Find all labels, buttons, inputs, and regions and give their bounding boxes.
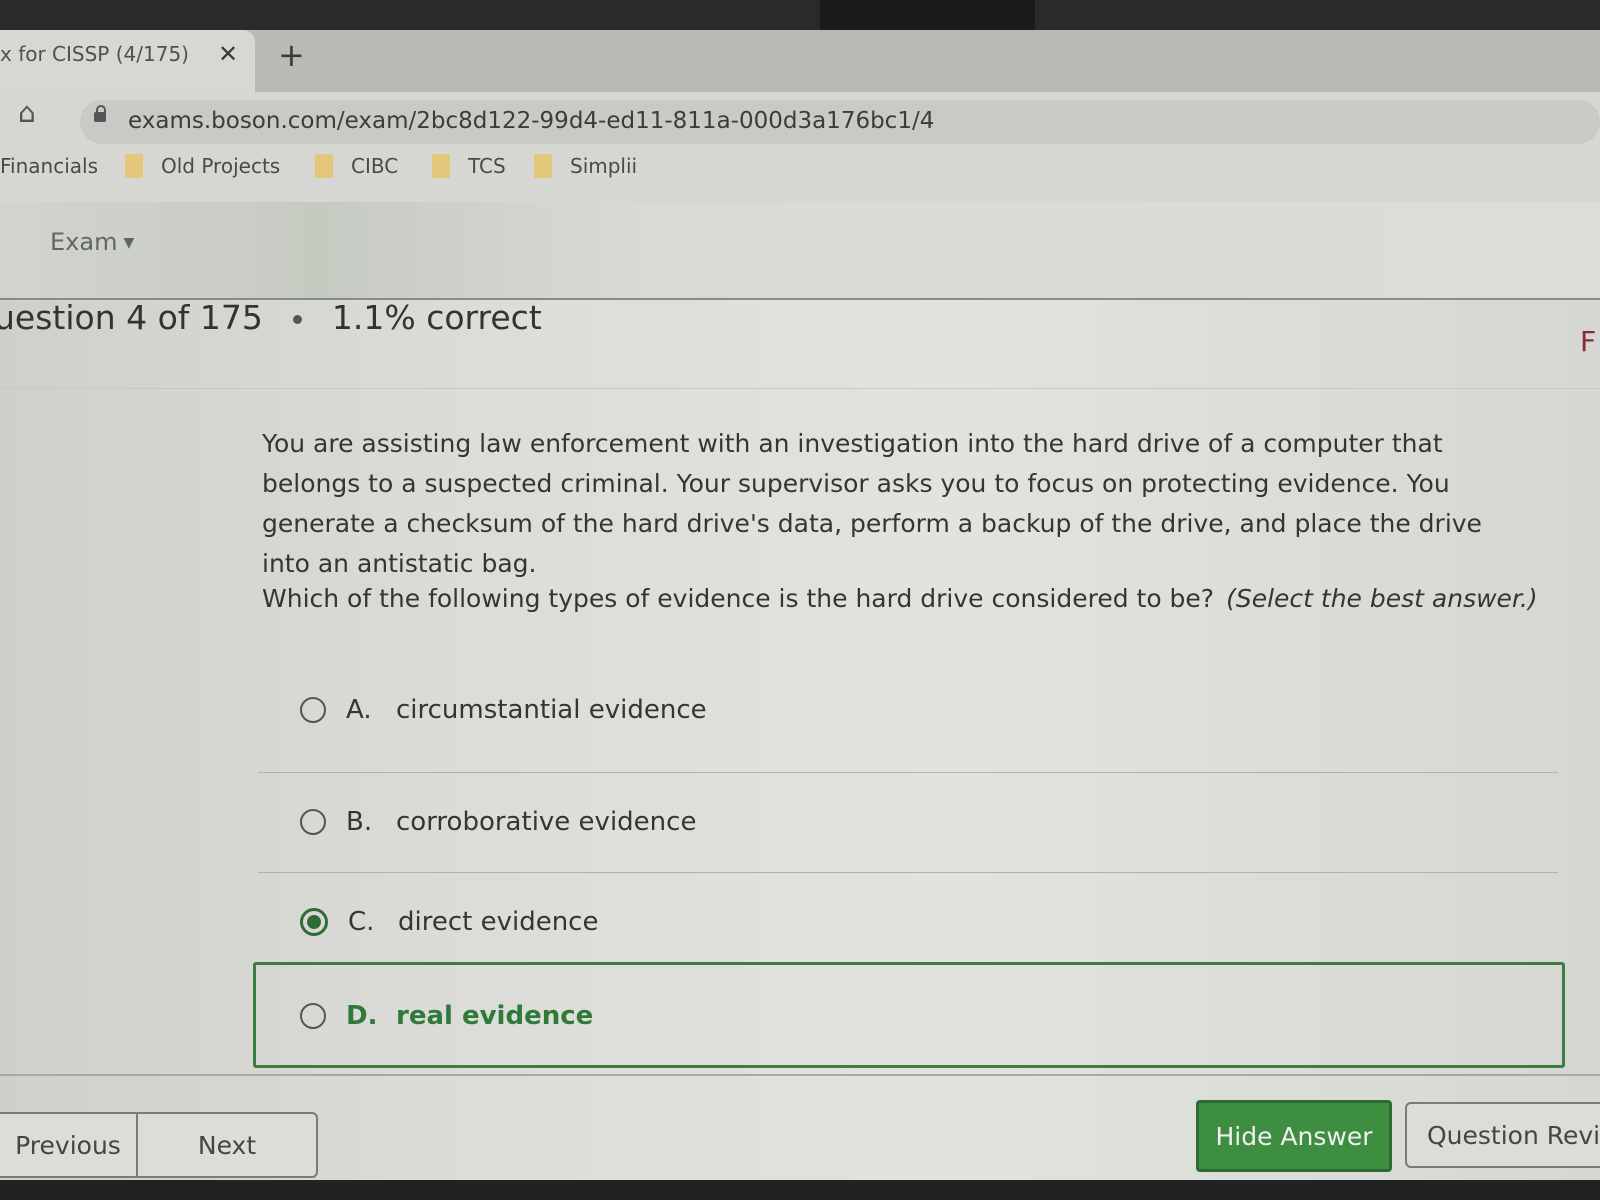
folder-icon	[534, 154, 552, 178]
tab-title: x for CISSP (4/175)	[0, 42, 189, 66]
divider	[0, 1074, 1600, 1076]
exam-menu-dropdown[interactable]: Exam ▼	[50, 228, 134, 256]
folder-icon	[125, 154, 143, 178]
option-text: real evidence	[396, 1001, 594, 1031]
instruction-text: (Select the best answer.)	[1226, 584, 1538, 613]
exam-menu-label: Exam	[50, 228, 118, 256]
prompt-text: Which of the following types of evidence…	[262, 584, 1215, 613]
bookmark-label: Old Projects	[161, 154, 281, 178]
option-text: circumstantial evidence	[396, 695, 707, 725]
bullet-separator	[292, 315, 302, 324]
home-icon[interactable]: ⌂	[18, 96, 36, 129]
score-percent: 1.1% correct	[331, 298, 542, 337]
question-review-button[interactable]: Question Review	[1405, 1102, 1600, 1168]
folder-icon	[315, 154, 333, 178]
bookmark-cibc[interactable]: CIBC	[315, 154, 398, 178]
previous-button[interactable]: Previous	[0, 1112, 140, 1178]
option-letter: B.	[346, 807, 373, 837]
bookmark-label: CIBC	[351, 154, 399, 178]
bookmark-old-projects[interactable]: Old Projects	[125, 154, 280, 178]
option-letter: D.	[346, 1001, 378, 1031]
option-text: direct evidence	[398, 907, 599, 937]
next-button[interactable]: Next	[136, 1112, 318, 1178]
bookmark-label: Simplii	[570, 154, 638, 178]
lock-icon	[94, 105, 106, 122]
caret-down-icon: ▼	[123, 235, 135, 251]
bookmark-simplii[interactable]: Simplii	[534, 154, 637, 178]
bookmark-tcs[interactable]: TCS	[432, 154, 506, 178]
question-progress: uestion 4 of 175	[0, 298, 263, 337]
radio-button[interactable]	[300, 697, 326, 723]
screen-bezel	[0, 1180, 1600, 1200]
radio-button[interactable]	[300, 809, 326, 835]
option-letter: A.	[346, 695, 372, 725]
radio-button[interactable]	[300, 1003, 326, 1029]
url-text[interactable]: exams.boson.com/exam/2bc8d122-99d4-ed11-…	[128, 108, 934, 134]
close-icon[interactable]: ✕	[218, 40, 238, 68]
screen: x for CISSP (4/175) ✕ + ⌂ exams.boson.co…	[0, 0, 1600, 1200]
bookmark-label: Financials	[0, 154, 98, 178]
answer-option-c[interactable]: C. direct evidence	[258, 872, 1558, 972]
radio-button-selected[interactable]	[300, 908, 328, 936]
answer-option-b[interactable]: B. corroborative evidence	[258, 772, 1558, 872]
option-letter: C.	[348, 907, 375, 937]
question-text: You are assisting law enforcement with a…	[262, 429, 1482, 578]
plus-icon[interactable]: +	[278, 36, 305, 74]
answer-option-a[interactable]: A. circumstantial evidence	[258, 660, 1558, 760]
divider	[0, 388, 1600, 389]
flag-button[interactable]: F	[1580, 325, 1596, 358]
folder-icon	[432, 154, 450, 178]
bookmark-financials[interactable]: Financials	[0, 154, 98, 178]
option-text: corroborative evidence	[396, 807, 697, 837]
hide-answer-button[interactable]: Hide Answer	[1196, 1100, 1392, 1172]
answer-option-d[interactable]: D. real evidence	[258, 966, 1558, 1066]
exam-status: uestion 4 of 175 1.1% correct	[0, 298, 542, 337]
app-navbar	[0, 202, 1600, 300]
bookmark-label: TCS	[468, 154, 506, 178]
browser-tab-active[interactable]: x for CISSP (4/175) ✕	[0, 30, 255, 92]
question-prompt: Which of the following types of evidence…	[262, 584, 1538, 613]
